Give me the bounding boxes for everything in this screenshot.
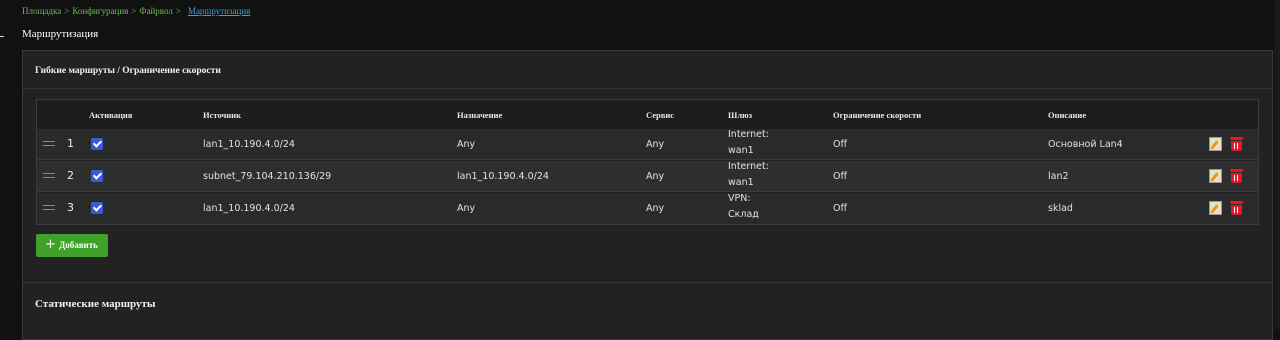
breadcrumb-separator: > <box>175 6 181 16</box>
column-header-description: Описание <box>1048 110 1087 120</box>
edit-icon[interactable] <box>1209 201 1222 215</box>
edit-icon[interactable] <box>1209 137 1222 151</box>
column-header-source: Источник <box>203 110 241 120</box>
panel-title: Гибкие маршруты / Ограничение скорости <box>35 66 221 76</box>
page-title: Маршрутизация <box>22 28 99 40</box>
gateway-type: VPN: <box>728 193 751 204</box>
table-row: 3 lan1_10.190.4.0/24 Any Any VPN: Склад … <box>37 193 1258 224</box>
drag-handle-icon[interactable] <box>43 205 55 210</box>
service-cell: Any <box>646 139 665 150</box>
source-cell: lan1_10.190.4.0/24 <box>203 203 295 214</box>
static-routes-title: Статические маршруты <box>35 298 156 310</box>
row-index: 3 <box>67 201 74 214</box>
delete-icon[interactable] <box>1230 201 1243 215</box>
section-divider <box>23 282 1272 283</box>
source-cell: subnet_79.104.210.136/29 <box>203 171 332 182</box>
breadcrumb: Площадка > Конфигурация > Файрвол > Маршрутиза… <box>22 6 250 16</box>
gateway-name: wan1 <box>728 177 754 188</box>
table-row: 2 subnet_79.104.210.136/29 lan1_10.190.4… <box>37 161 1258 192</box>
description-cell: Основной Lan4 <box>1048 139 1123 150</box>
table-row: 1 lan1_10.190.4.0/24 Any Any Internet: w… <box>37 129 1258 160</box>
column-header-service: Сервис <box>646 110 675 120</box>
sidebar-collapse-marker <box>0 36 4 37</box>
breadcrumb-item-config[interactable]: Конфигурация <box>72 6 128 16</box>
source-cell: lan1_10.190.4.0/24 <box>203 139 295 150</box>
description-cell: lan2 <box>1048 171 1069 182</box>
breadcrumb-separator: > <box>131 6 137 16</box>
gateway-type: Internet: <box>728 161 769 172</box>
column-header-activation: Активация <box>89 110 133 120</box>
routes-panel: Гибкие маршруты / Ограничение скорости А… <box>22 50 1273 340</box>
description-cell: sklad <box>1048 203 1073 214</box>
column-header-speed-limit: Ограничение скорости <box>833 110 922 120</box>
service-cell: Any <box>646 171 665 182</box>
row-index: 1 <box>67 137 74 150</box>
scrollbar[interactable] <box>1274 0 1280 329</box>
destination-cell: Any <box>457 139 476 150</box>
activation-checkbox[interactable] <box>91 138 103 150</box>
breadcrumb-separator: > <box>64 6 70 16</box>
table-header: Активация Источник Назначение Сервис Шлю… <box>37 100 1258 130</box>
delete-icon[interactable] <box>1230 169 1243 183</box>
breadcrumb-current[interactable]: Маршрутизация <box>188 6 250 16</box>
activation-checkbox[interactable] <box>91 202 103 214</box>
drag-handle-icon[interactable] <box>43 141 55 146</box>
row-index: 2 <box>67 169 74 182</box>
speed-limit-cell: Off <box>833 203 848 214</box>
destination-cell: lan1_10.190.4.0/24 <box>457 171 549 182</box>
gateway-type: Internet: <box>728 129 769 140</box>
gateway-name: wan1 <box>728 145 754 156</box>
panel-divider <box>23 88 1272 89</box>
plus-icon: + <box>45 237 56 252</box>
column-header-destination: Назначение <box>457 110 503 120</box>
drag-handle-icon[interactable] <box>43 173 55 178</box>
add-route-button[interactable]: + Добавить <box>36 234 108 257</box>
speed-limit-cell: Off <box>833 171 848 182</box>
edit-icon[interactable] <box>1209 169 1222 183</box>
add-button-label: Добавить <box>59 240 98 250</box>
service-cell: Any <box>646 203 665 214</box>
column-header-gateway: Шлюз <box>728 110 753 120</box>
activation-checkbox[interactable] <box>91 170 103 182</box>
gateway-name: Склад <box>728 209 759 220</box>
breadcrumb-item-firewall[interactable]: Файрвол <box>139 6 172 16</box>
destination-cell: Any <box>457 203 476 214</box>
breadcrumb-item-site[interactable]: Площадка <box>22 6 61 16</box>
speed-limit-cell: Off <box>833 139 848 150</box>
delete-icon[interactable] <box>1230 137 1243 151</box>
routes-table: Активация Источник Назначение Сервис Шлю… <box>36 99 1259 225</box>
